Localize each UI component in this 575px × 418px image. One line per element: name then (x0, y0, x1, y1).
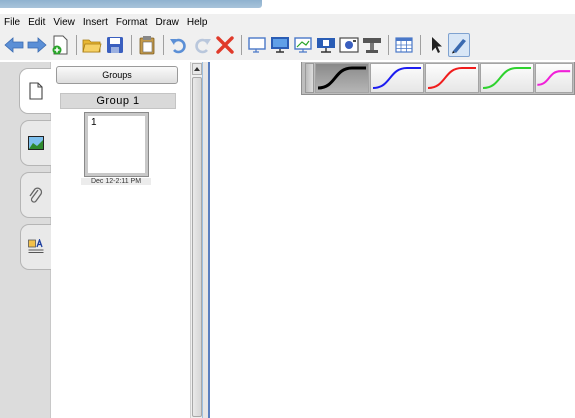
page-thumbnail-caption: Dec 12-2:11 PM (81, 178, 151, 185)
toolbar-separator (76, 35, 77, 55)
menu-view[interactable]: View (53, 17, 75, 28)
scroll-up-button[interactable] (192, 63, 202, 75)
pen-swatch-magenta[interactable] (535, 63, 573, 93)
menu-draw[interactable]: Draw (156, 17, 179, 28)
tab-page-sorter[interactable] (19, 68, 52, 114)
title-bar-glass (0, 0, 262, 8)
pen-stroke-icon (483, 67, 532, 89)
palette-handle[interactable] (305, 63, 315, 93)
pen-swatch-green[interactable] (480, 63, 535, 93)
tab-attachments[interactable] (20, 172, 51, 218)
screen-icon (248, 37, 266, 53)
select-button[interactable] (425, 33, 447, 57)
clipboard-icon (139, 36, 155, 55)
menu-file[interactable]: File (4, 17, 20, 28)
panel-scrollbar[interactable] (190, 62, 202, 418)
properties-icon (28, 239, 44, 253)
toolbar-separator (241, 35, 242, 55)
menu-insert[interactable]: Insert (83, 17, 108, 28)
undo-button[interactable] (168, 33, 190, 57)
pen-palette (301, 62, 575, 95)
open-button[interactable] (81, 33, 103, 57)
pen-stroke-icon (537, 70, 571, 86)
pen-stroke-icon (428, 67, 477, 89)
drawing-canvas[interactable] (210, 62, 575, 418)
forward-button[interactable] (26, 33, 48, 57)
delete-button[interactable] (214, 33, 236, 57)
toolbar-separator (163, 35, 164, 55)
tab-gallery[interactable] (20, 120, 51, 166)
menu-bar: File Edit View Insert Format Draw Help (0, 14, 575, 30)
page-icon (29, 82, 43, 100)
projector-button[interactable] (315, 33, 337, 57)
redo-button[interactable] (191, 33, 213, 57)
scroll-thumb[interactable] (192, 77, 202, 417)
open-folder-icon (82, 39, 102, 53)
monitor-button[interactable] (269, 33, 291, 57)
new-page-icon (52, 35, 68, 55)
projector-icon (317, 38, 335, 53)
tab-properties[interactable] (20, 224, 51, 270)
toolbar-separator (420, 35, 421, 55)
camera-icon (339, 37, 359, 53)
table-icon (395, 37, 413, 53)
select-arrow-icon (432, 37, 442, 53)
menu-help[interactable]: Help (187, 17, 208, 28)
forward-arrow-icon (27, 37, 47, 53)
toolbar (0, 30, 575, 60)
display-button[interactable] (292, 33, 314, 57)
screen-shade-button[interactable] (246, 33, 268, 57)
display-icon (294, 37, 312, 53)
pen-swatch-black[interactable] (315, 63, 370, 93)
save-button[interactable] (104, 33, 126, 57)
table-button[interactable] (393, 33, 415, 57)
page-thumbnail[interactable]: 1 (84, 112, 149, 177)
menu-format[interactable]: Format (116, 17, 148, 28)
gallery-image-icon (28, 136, 44, 150)
pen-icon (452, 39, 466, 54)
menu-edit[interactable]: Edit (28, 17, 45, 28)
camera-button[interactable] (338, 33, 360, 57)
page-sorter-panel: Groups Group 1 1 Dec 12-2:11 PM (51, 62, 190, 418)
delete-icon (216, 36, 234, 54)
back-arrow-icon (4, 37, 24, 53)
pen-swatch-blue[interactable] (370, 63, 425, 93)
toolbar-separator (388, 35, 389, 55)
paperclip-icon (29, 187, 43, 203)
redo-icon (195, 38, 211, 54)
pen-stroke-icon (318, 66, 367, 90)
monitor-icon (271, 37, 289, 53)
title-bar (0, 0, 575, 14)
pen-stroke-icon (373, 67, 422, 89)
pen-swatch-red[interactable] (425, 63, 480, 93)
paste-button[interactable] (136, 33, 158, 57)
undo-icon (170, 38, 186, 54)
save-icon (107, 37, 123, 53)
sidebar-tab-strip (0, 62, 52, 418)
scanner-button[interactable] (361, 33, 383, 57)
page-number: 1 (91, 117, 97, 128)
back-button[interactable] (3, 33, 25, 57)
groups-button[interactable]: Groups (56, 66, 178, 84)
pen-button[interactable] (448, 33, 470, 57)
new-page-button[interactable] (49, 33, 71, 57)
group-header[interactable]: Group 1 (60, 93, 176, 109)
scanner-icon (363, 38, 381, 53)
toolbar-separator (131, 35, 132, 55)
chevron-up-icon (194, 67, 200, 71)
panel-splitter[interactable] (202, 62, 210, 418)
